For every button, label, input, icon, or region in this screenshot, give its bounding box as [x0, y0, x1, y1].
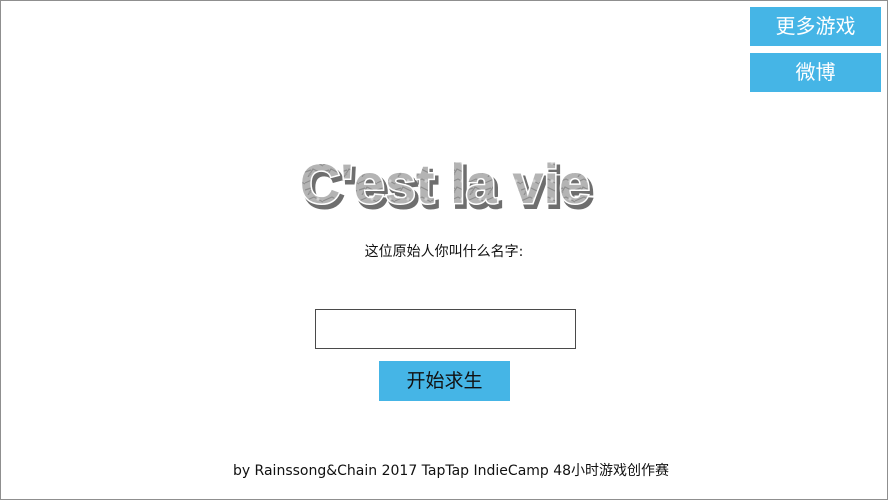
name-input[interactable]: [315, 309, 576, 349]
start-button[interactable]: 开始求生: [379, 361, 510, 401]
more-games-button[interactable]: 更多游戏: [750, 7, 881, 46]
game-title: C'est la vie: [300, 152, 590, 215]
game-title-logo: C'est la vie C'est la vie: [298, 151, 595, 222]
game-screen: 更多游戏 微博 C'est la vie C'est la vie 这位原始人你…: [0, 0, 888, 500]
name-prompt: 这位原始人你叫什么名字:: [364, 244, 524, 260]
weibo-button[interactable]: 微博: [750, 53, 881, 92]
credits-text: by Rainssong&Chain 2017 TapTap IndieCamp…: [232, 463, 670, 479]
